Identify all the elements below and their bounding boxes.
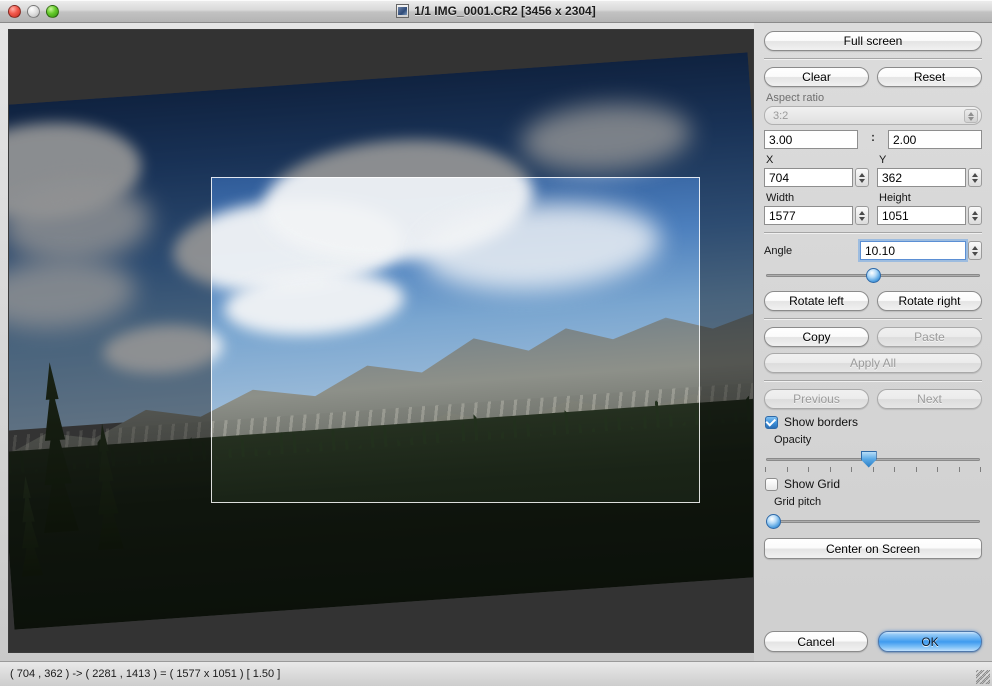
show-borders-checkbox[interactable]: Show borders — [765, 415, 982, 429]
minimize-icon[interactable] — [27, 4, 40, 18]
x-input[interactable]: 704 — [764, 168, 853, 187]
opacity-label: Opacity — [774, 434, 812, 446]
rotate-right-button[interactable]: Rotate right — [877, 291, 982, 311]
grid-pitch-slider-handle[interactable] — [766, 513, 781, 529]
grid-pitch-slider-track — [766, 519, 980, 523]
crop-tool-window: 1/1 IMG_0001.CR2 [3456 x 2304] Full scre… — [0, 0, 992, 686]
angle-slider[interactable] — [766, 267, 980, 283]
divider — [764, 380, 982, 382]
status-text: ( 704 , 362 ) -> ( 2281 , 1413 ) = ( 157… — [10, 668, 281, 680]
height-stepper[interactable] — [968, 206, 982, 225]
chevron-updown-icon — [964, 109, 978, 123]
reset-button[interactable]: Reset — [877, 67, 982, 87]
paste-button: Paste — [877, 327, 982, 347]
grid-pitch-slider[interactable] — [766, 513, 980, 529]
tool-panel: Full screen Clear Reset Aspect ratio 3:2… — [754, 23, 992, 661]
ratio-height-input[interactable]: 2.00 — [888, 130, 982, 149]
width-input[interactable]: 1577 — [764, 206, 853, 225]
panel-spacer — [764, 559, 982, 631]
apply-all-button: Apply All — [764, 353, 982, 373]
close-icon[interactable] — [8, 4, 21, 18]
divider — [764, 58, 982, 60]
x-stepper[interactable] — [855, 168, 869, 187]
window-controls — [8, 4, 59, 18]
full-screen-button[interactable]: Full screen — [764, 31, 982, 51]
width-stepper[interactable] — [855, 206, 869, 225]
checkbox-checked-icon — [765, 415, 778, 429]
y-stepper[interactable] — [968, 168, 982, 187]
rotate-row: Rotate left Rotate right — [764, 291, 982, 311]
show-grid-label: Show Grid — [784, 477, 841, 491]
clear-button[interactable]: Clear — [764, 67, 869, 87]
x-label: X — [766, 154, 774, 166]
window-title: 1/1 IMG_0001.CR2 [3456 x 2304] — [414, 4, 596, 18]
angle-row: Angle 10.10 — [764, 241, 982, 260]
canvas-wrapper — [0, 23, 754, 661]
aspect-ratio-select[interactable]: 3:2 — [764, 106, 982, 125]
y-input[interactable]: 362 — [877, 168, 966, 187]
copy-button[interactable]: Copy — [764, 327, 869, 347]
ratio-fields-row: 3.00 : 2.00 — [764, 130, 982, 149]
zoom-icon[interactable] — [46, 4, 59, 18]
angle-label: Angle — [764, 244, 793, 257]
window-title-group: 1/1 IMG_0001.CR2 [3456 x 2304] — [0, 4, 992, 18]
ratio-colon: : — [871, 130, 875, 144]
next-button: Next — [877, 389, 982, 409]
ratio-width-input[interactable]: 3.00 — [764, 130, 858, 149]
copy-paste-row: Copy Paste — [764, 327, 982, 347]
y-label: Y — [879, 154, 887, 166]
show-borders-label: Show borders — [784, 415, 859, 429]
document-icon — [396, 4, 410, 18]
rotate-left-button[interactable]: Rotate left — [764, 291, 869, 311]
height-input[interactable]: 1051 — [877, 206, 966, 225]
divider — [764, 232, 982, 234]
width-label: Width — [766, 192, 795, 204]
xy-labels-row: X Y — [764, 149, 982, 168]
ok-button[interactable]: OK — [878, 631, 982, 652]
aspect-ratio-value: 3:2 — [773, 109, 789, 122]
grid-pitch-label: Grid pitch — [774, 496, 822, 508]
show-grid-checkbox[interactable]: Show Grid — [765, 477, 982, 491]
image-canvas[interactable] — [8, 29, 754, 653]
window-titlebar: 1/1 IMG_0001.CR2 [3456 x 2304] — [0, 0, 992, 23]
cancel-button[interactable]: Cancel — [764, 631, 868, 652]
prev-next-row: Previous Next — [764, 389, 982, 409]
angle-stepper[interactable] — [968, 241, 982, 260]
xy-fields-row: 704 362 — [764, 168, 982, 187]
angle-slider-handle[interactable] — [865, 267, 881, 283]
height-label: Height — [879, 192, 911, 204]
opacity-slider-handle[interactable] — [860, 450, 877, 468]
opacity-slider[interactable] — [766, 450, 980, 468]
window-body: Full screen Clear Reset Aspect ratio 3:2… — [0, 23, 992, 661]
resize-grip-icon[interactable] — [976, 670, 990, 684]
wh-fields-row: 1577 1051 — [764, 206, 982, 225]
dialog-buttons-row: Cancel OK — [764, 631, 982, 652]
divider — [764, 318, 982, 320]
status-bar: ( 704 , 362 ) -> ( 2281 , 1413 ) = ( 157… — [0, 661, 992, 686]
center-on-screen-button[interactable]: Center on Screen — [764, 538, 982, 559]
angle-input[interactable]: 10.10 — [860, 241, 966, 260]
wh-labels-row: Width Height — [764, 187, 982, 206]
previous-button: Previous — [764, 389, 869, 409]
clear-reset-row: Clear Reset — [764, 67, 982, 87]
opacity-slider-ticks — [765, 467, 981, 474]
aspect-ratio-label: Aspect ratio — [766, 92, 825, 104]
checkbox-unchecked-icon — [765, 477, 778, 491]
